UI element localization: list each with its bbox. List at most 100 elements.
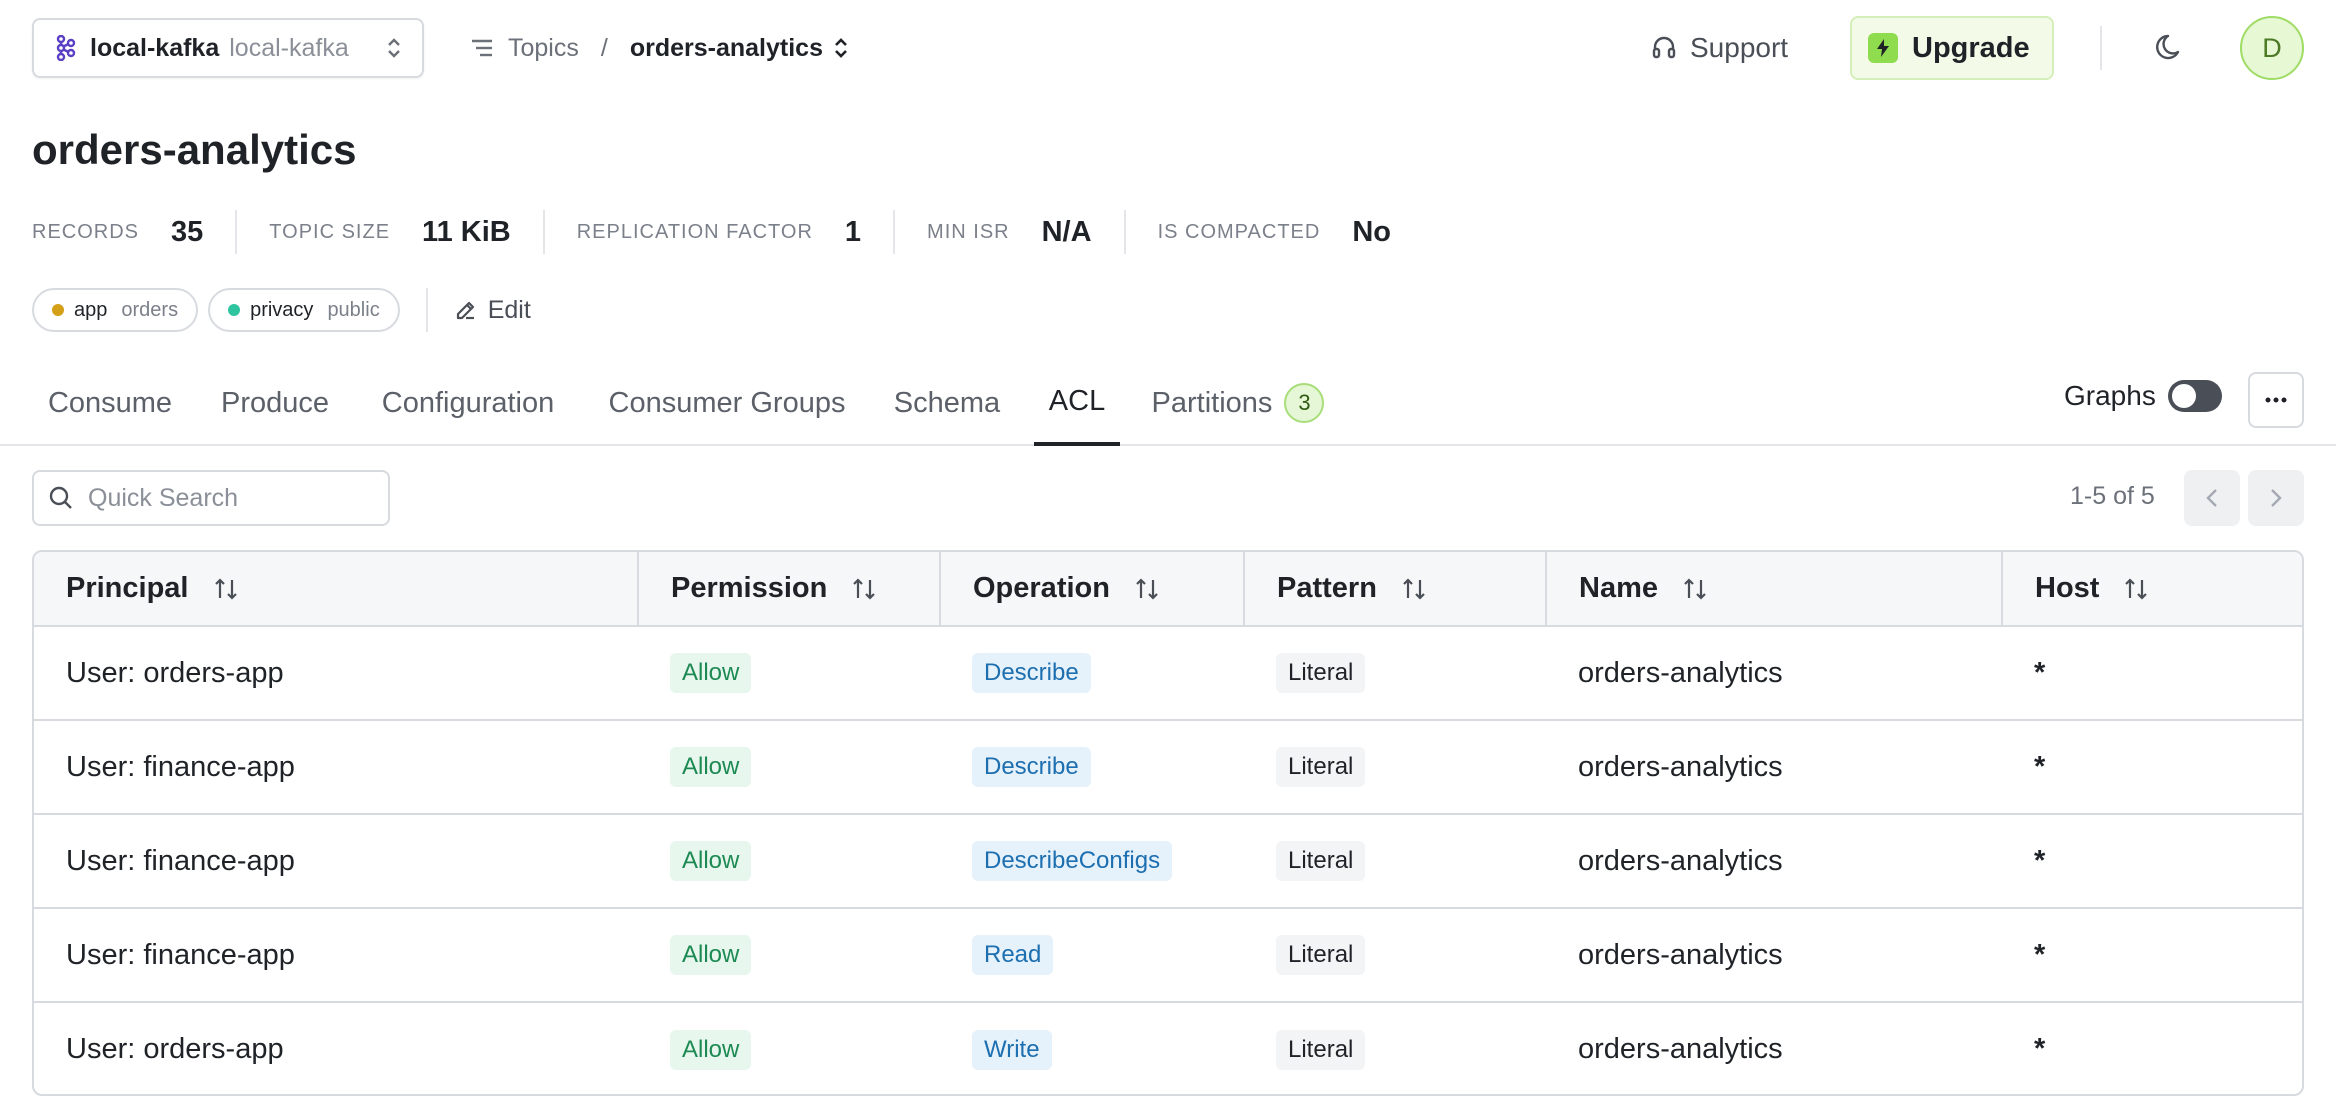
table-row[interactable]: User: orders-app Allow Write Literal ord… <box>34 1002 2302 1094</box>
column-label: Operation <box>973 572 1110 604</box>
sort-icon <box>214 577 237 600</box>
cell-name: orders-analytics <box>1546 814 2002 909</box>
column-header-principal[interactable]: Principal <box>34 552 639 627</box>
tab-configuration[interactable]: Configuration <box>362 370 574 446</box>
column-header-pattern[interactable]: Pattern <box>1244 552 1547 627</box>
cell-permission: Allow <box>638 814 940 909</box>
edit-tags-button[interactable]: Edit <box>454 296 531 325</box>
more-options-button[interactable] <box>2248 372 2304 428</box>
operation-badge: Write <box>972 1029 1052 1070</box>
sort-icon <box>1403 577 1425 600</box>
cell-pattern: Literal <box>1244 1002 1546 1094</box>
stat-replication-factor: Replication Factor 1 <box>542 210 893 254</box>
breadcrumb-topics[interactable]: Topics <box>470 34 579 63</box>
table-row[interactable]: User: finance-app Allow Read Literal ord… <box>34 908 2302 1003</box>
pattern-badge: Literal <box>1276 1029 1366 1070</box>
avatar[interactable]: D <box>2240 16 2304 80</box>
column-header-operation[interactable]: Operation <box>940 552 1245 627</box>
topic-selector[interactable]: orders-analytics <box>630 34 849 63</box>
table-row[interactable]: User: finance-app Allow Describe Literal… <box>34 720 2302 815</box>
support-link[interactable]: Support <box>1650 28 1788 68</box>
table-row[interactable]: User: finance-app Allow DescribeConfigs … <box>34 814 2302 909</box>
headset-icon <box>1652 36 1676 59</box>
prev-page-button[interactable] <box>2184 470 2240 526</box>
list-icon <box>472 39 492 57</box>
column-header-permission[interactable]: Permission <box>638 552 941 627</box>
cell-host: * <box>2002 626 2302 721</box>
permission-badge: Allow <box>670 1029 752 1070</box>
column-label: Name <box>1579 572 1658 604</box>
upgrade-button[interactable]: Upgrade <box>1850 16 2054 80</box>
tab-consume[interactable]: Consume <box>32 370 188 446</box>
column-label: Host <box>2035 572 2100 604</box>
cell-permission: Allow <box>638 626 940 721</box>
cluster-name: local-kafka <box>90 33 220 62</box>
sort-icon <box>2125 577 2148 600</box>
breadcrumb: Topics / orders-analytics <box>470 28 849 68</box>
cell-host: * <box>2002 908 2302 1003</box>
cell-name: orders-analytics <box>1546 908 2002 1003</box>
cell-operation: Describe <box>940 720 1244 815</box>
stat-label: Is Compacted <box>1157 220 1321 243</box>
cell-principal: User: orders-app <box>66 1033 284 1065</box>
chevron-right-icon <box>2271 489 2282 507</box>
graphs-label: Graphs <box>2064 380 2156 411</box>
toggle-switch[interactable] <box>2167 380 2222 412</box>
next-page-button[interactable] <box>2248 470 2304 526</box>
sort-icon <box>853 577 876 600</box>
tag-dot <box>52 304 64 316</box>
stat-label: Topic Size <box>269 220 391 243</box>
stat-min-isr: Min ISR N/A <box>893 210 1124 254</box>
cell-pattern: Literal <box>1244 720 1546 815</box>
permission-badge: Allow <box>670 747 752 787</box>
bolt-icon <box>1868 33 1898 63</box>
moon-icon[interactable] <box>2154 30 2188 69</box>
operation-badge: Read <box>972 935 1054 975</box>
tab-schema[interactable]: Schema <box>880 370 1014 446</box>
cell-pattern: Literal <box>1244 908 1546 1003</box>
tag-privacy[interactable]: privacy public <box>208 288 400 332</box>
cell-pattern: Literal <box>1244 626 1546 721</box>
tab-consumer-groups[interactable]: Consumer Groups <box>590 370 864 446</box>
table-row[interactable]: User: orders-app Allow Describe Literal … <box>34 626 2302 721</box>
cell-operation: Describe <box>940 626 1244 721</box>
breadcrumb-separator: / <box>600 33 608 62</box>
column-header-name[interactable]: Name <box>1546 552 2003 627</box>
page-title: orders-analytics <box>32 126 357 173</box>
column-header-host[interactable]: Host <box>2002 552 2302 627</box>
stat-is-compacted: Is Compacted No <box>1123 210 1423 254</box>
pattern-badge: Literal <box>1276 653 1366 693</box>
chevron-up-down-icon <box>388 38 400 58</box>
stat-value: N/A <box>1041 215 1092 248</box>
partitions-count-badge: 3 <box>1284 383 1325 423</box>
tab-partitions[interactable]: Partitions 3 <box>1136 370 1340 446</box>
tab-produce[interactable]: Produce <box>204 370 346 446</box>
permission-badge: Allow <box>670 935 752 975</box>
pattern-badge: Literal <box>1276 747 1366 787</box>
chevron-left-icon <box>2206 489 2217 507</box>
ellipsis-icon <box>2265 397 2287 403</box>
tag-dot <box>228 304 241 316</box>
cluster-selector[interactable]: local-kafka local-kafka <box>32 18 424 78</box>
pattern-badge: Literal <box>1276 935 1366 975</box>
stat-records: Records 35 <box>32 210 235 254</box>
topic-tabs: Consume Produce Configuration Consumer G… <box>0 370 2336 446</box>
stat-value: 11 KiB <box>422 215 511 248</box>
tag-value: public <box>327 298 380 321</box>
cell-host: * <box>2002 720 2302 815</box>
tag-key: app <box>74 298 108 321</box>
operation-badge: Describe <box>972 747 1091 787</box>
stat-value: 35 <box>171 215 204 248</box>
sort-icon <box>1136 577 1158 600</box>
cell-host: * <box>2002 814 2302 909</box>
tab-acl[interactable]: ACL <box>1034 370 1120 446</box>
pagination-info: 1-5 of 5 <box>2070 482 2155 510</box>
operation-badge: DescribeConfigs <box>972 841 1173 881</box>
cell-host: * <box>2034 1033 2046 1065</box>
sort-icon <box>1684 577 1706 600</box>
tag-app[interactable]: app orders <box>32 288 199 332</box>
cell-permission: Allow <box>638 908 940 1003</box>
search-input[interactable] <box>88 483 368 513</box>
graphs-toggle[interactable]: Graphs <box>2064 380 2222 412</box>
support-label: Support <box>1690 32 1789 63</box>
